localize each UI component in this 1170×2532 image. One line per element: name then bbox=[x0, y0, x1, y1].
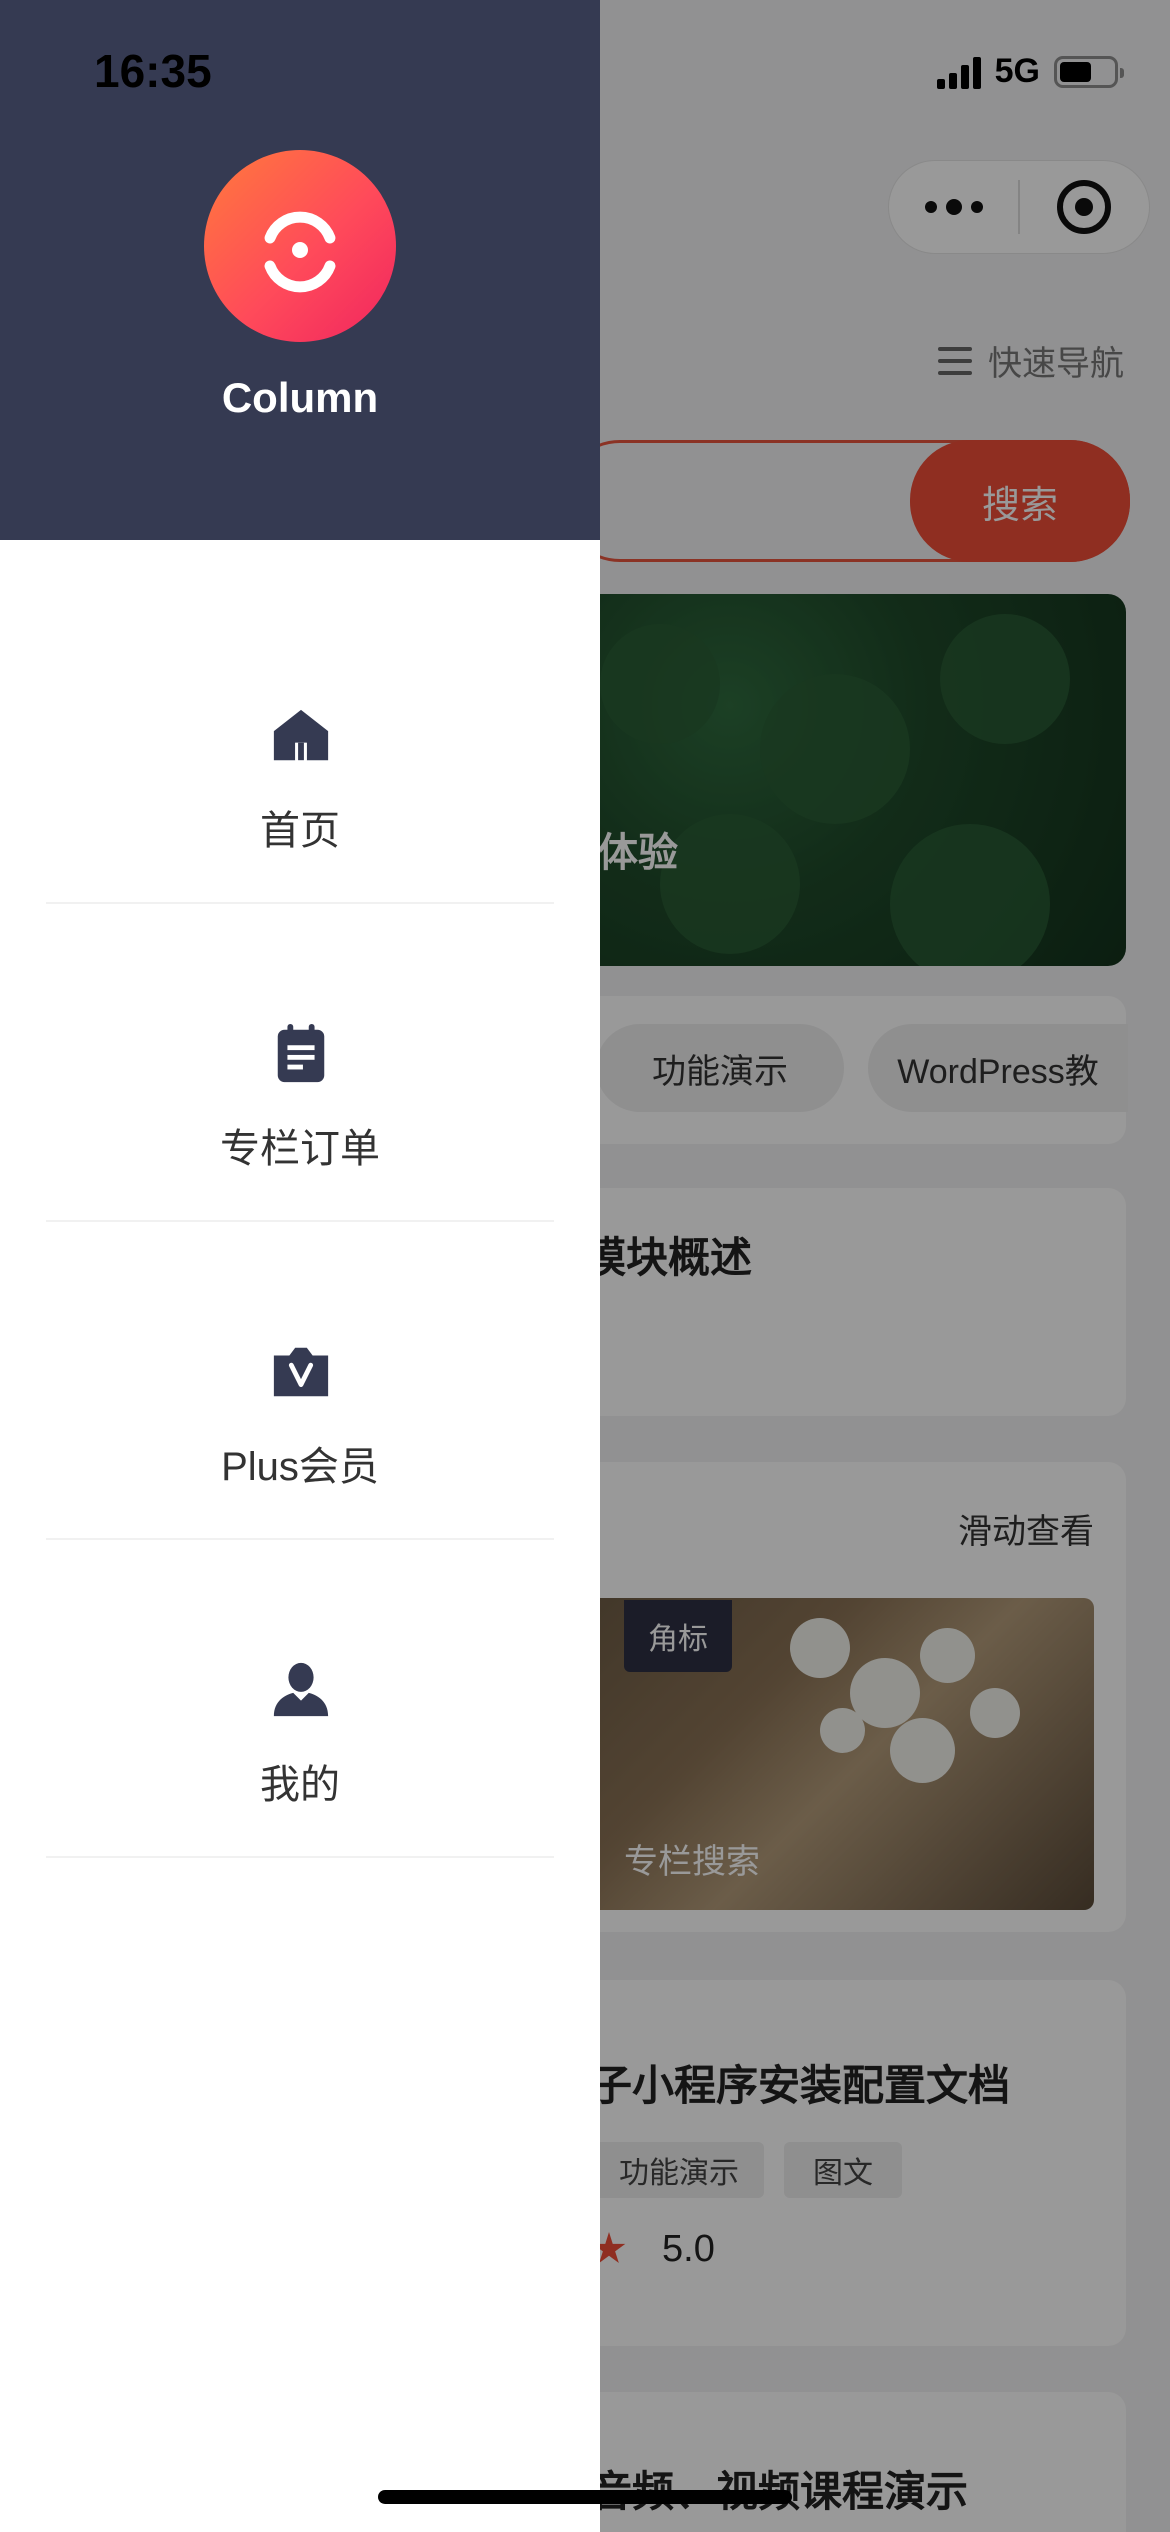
drawer-item-label: 首页 bbox=[260, 809, 340, 853]
drawer-item-mine[interactable]: 我的 bbox=[46, 1540, 554, 1858]
user-icon bbox=[270, 1658, 332, 1720]
drawer-item-orders[interactable]: 专栏订单 bbox=[46, 904, 554, 1222]
app-logo-icon bbox=[204, 150, 396, 342]
brand-name: Column bbox=[221, 374, 379, 421]
battery-icon bbox=[1054, 55, 1124, 88]
home-indicator[interactable] bbox=[378, 2490, 792, 2504]
side-drawer: 16:35 Column 首页 专栏订单 Plus会员 我的 bbox=[0, 0, 600, 2532]
drawer-item-plus[interactable]: Plus会员 bbox=[46, 1222, 554, 1540]
signal-icon bbox=[936, 55, 981, 89]
drawer-item-label: 我的 bbox=[260, 1763, 340, 1807]
drawer-header: 16:35 Column bbox=[0, 0, 600, 540]
drawer-item-label: 专栏订单 bbox=[220, 1127, 380, 1171]
status-time: 16:35 bbox=[94, 45, 212, 97]
clipboard-icon bbox=[270, 1022, 332, 1084]
network-type: 5G bbox=[994, 52, 1040, 90]
vip-bag-icon bbox=[270, 1340, 332, 1402]
status-bar-right: 5G bbox=[936, 52, 1124, 91]
home-icon bbox=[270, 704, 332, 766]
drawer-item-label: Plus会员 bbox=[221, 1445, 379, 1489]
drawer-item-home[interactable]: 首页 bbox=[46, 586, 554, 904]
